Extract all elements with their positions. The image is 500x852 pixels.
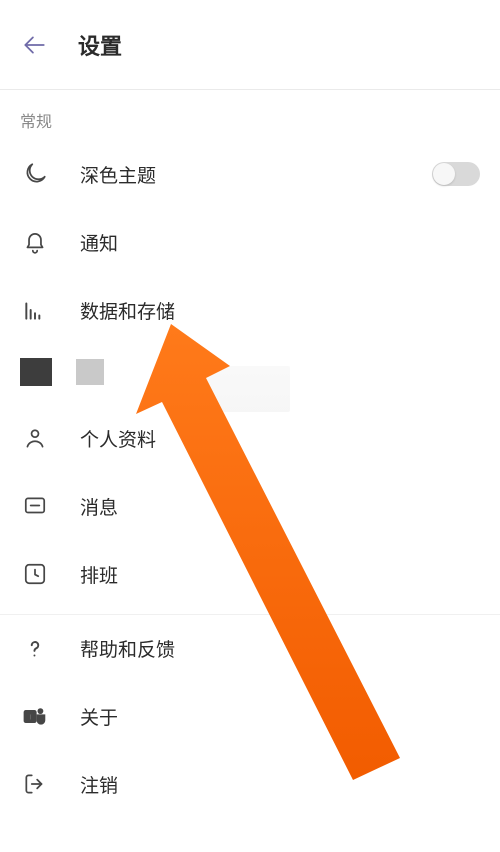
person-icon (20, 423, 50, 453)
question-icon (20, 634, 50, 664)
obscured-section-header (0, 350, 500, 394)
list-item-notifications[interactable]: 通知 (0, 208, 500, 276)
moon-icon (20, 159, 50, 189)
dark-theme-toggle[interactable] (432, 162, 480, 186)
item-label: 关于 (80, 703, 118, 730)
list-item-help-feedback[interactable]: 帮助和反馈 (0, 614, 500, 682)
list-item-shifts[interactable]: 排班 (0, 540, 500, 608)
list-item-dark-theme[interactable]: 深色主题 (0, 140, 500, 208)
list-item-data-storage[interactable]: 数据和存储 (0, 276, 500, 344)
teams-icon: T (20, 701, 50, 731)
censor-block-icon (76, 359, 104, 385)
item-label: 数据和存储 (80, 297, 175, 324)
section-general-label: 常规 (0, 90, 500, 140)
censor-block-icon (20, 358, 52, 386)
header: 设置 (0, 0, 500, 90)
svg-text:T: T (27, 712, 33, 722)
item-label: 帮助和反馈 (80, 635, 175, 662)
item-label: 注销 (80, 771, 118, 798)
item-label: 排班 (80, 561, 118, 588)
back-icon[interactable] (20, 31, 48, 59)
list-item-sign-out[interactable]: 注销 (0, 750, 500, 818)
item-label: 消息 (80, 493, 118, 520)
toggle-handle (433, 163, 455, 185)
list-item-messages[interactable]: 消息 (0, 472, 500, 540)
item-label: 通知 (80, 229, 118, 256)
item-label: 深色主题 (80, 161, 156, 188)
page-title: 设置 (78, 29, 122, 61)
item-label: 个人资料 (80, 425, 156, 452)
list-item-about[interactable]: T 关于 (0, 682, 500, 750)
bell-icon (20, 227, 50, 257)
sign-out-icon (20, 769, 50, 799)
bars-icon (20, 295, 50, 325)
clock-icon (20, 559, 50, 589)
list-item-profile[interactable]: 个人资料 (0, 404, 500, 472)
message-icon (20, 491, 50, 521)
